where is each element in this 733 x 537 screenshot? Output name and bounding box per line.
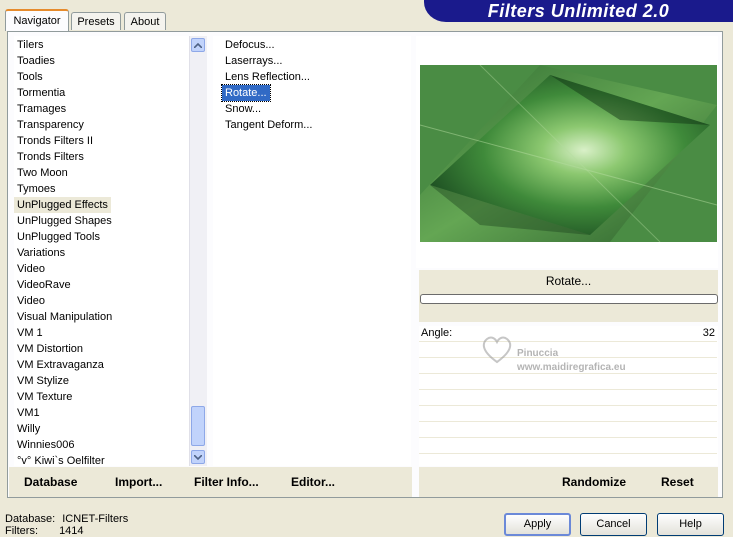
param-label: Angle: (421, 327, 453, 339)
param-row (419, 406, 717, 422)
category-item[interactable]: Tools (14, 69, 46, 85)
filter-item[interactable]: Laserrays... (222, 53, 285, 69)
category-item[interactable]: Toadies (14, 53, 58, 69)
category-item[interactable]: Transparency (14, 117, 87, 133)
banner-title: Filters Unlimited 2.0 (487, 1, 670, 21)
category-scrollbar[interactable] (189, 36, 207, 466)
left-bottom-bar: Database Import... Filter Info... Editor… (9, 467, 412, 497)
category-item[interactable]: UnPlugged Shapes (14, 213, 115, 229)
category-item[interactable]: Tronds Filters II (14, 133, 96, 149)
app-banner: Filters Unlimited 2.0 (424, 0, 733, 22)
category-item[interactable]: Tramages (14, 101, 69, 117)
status-db-value: ICNET-Filters (62, 513, 129, 525)
tab-about[interactable]: About (124, 12, 166, 30)
status-db-label: Database: (5, 513, 56, 525)
parameter-grid[interactable]: Angle: 32 Pinuccia www.maidiregrafica.eu (419, 326, 718, 470)
filter-header: Rotate... (419, 270, 718, 322)
filter-item[interactable]: Tangent Deform... (222, 117, 315, 133)
category-item[interactable]: UnPlugged Effects (14, 197, 111, 213)
param-row (419, 438, 717, 454)
category-item[interactable]: VM Texture (14, 389, 75, 405)
help-button[interactable]: Help (657, 513, 724, 536)
category-item[interactable]: Tymoes (14, 181, 59, 197)
category-item[interactable]: VM Stylize (14, 373, 72, 389)
param-row (419, 374, 717, 390)
database-button[interactable]: Database (24, 465, 77, 499)
reset-button[interactable]: Reset (661, 465, 694, 499)
apply-button[interactable]: Apply (504, 513, 571, 536)
category-item[interactable]: UnPlugged Tools (14, 229, 103, 245)
preview-image (420, 65, 717, 242)
category-item[interactable]: VM Distortion (14, 341, 86, 357)
category-item[interactable]: Tilers (14, 37, 46, 53)
filter-list[interactable]: Defocus... Laserrays... Lens Reflection...… (213, 36, 411, 466)
editor-button[interactable]: Editor... (291, 465, 335, 499)
heart-icon (482, 336, 512, 364)
filter-item[interactable]: Snow... (222, 101, 264, 117)
right-bottom-bar: Randomize Reset (419, 467, 718, 497)
chevron-up-icon (194, 42, 202, 48)
category-item[interactable]: Visual Manipulation (14, 309, 115, 325)
category-item[interactable]: VM1 (14, 405, 43, 421)
scroll-thumb[interactable] (191, 406, 205, 446)
tab-navigator[interactable]: Navigator (5, 9, 69, 31)
chevron-down-icon (194, 454, 202, 460)
tab-presets-label: Presets (77, 16, 115, 28)
category-item[interactable]: Tronds Filters (14, 149, 87, 165)
param-value[interactable]: 32 (703, 327, 715, 339)
category-item[interactable]: Two Moon (14, 165, 71, 181)
watermark: Pinuccia www.maidiregrafica.eu (479, 334, 626, 373)
import-button[interactable]: Import... (115, 465, 162, 499)
progress-bar (420, 294, 718, 304)
status-area: Database: ICNET-Filters Filters: 1414 (5, 513, 128, 537)
tab-navigator-label: Navigator (13, 15, 61, 27)
cancel-button[interactable]: Cancel (580, 513, 647, 536)
preview-area (416, 36, 718, 268)
scroll-up-button[interactable] (191, 38, 205, 52)
param-row (419, 342, 717, 358)
category-item[interactable]: VM 1 (14, 325, 46, 341)
filter-item[interactable]: Defocus... (222, 37, 278, 53)
watermark-line2: www.maidiregrafica.eu (517, 362, 626, 373)
category-list[interactable]: Tilers Toadies Tools Tormentia Tramages Trans… (14, 36, 205, 467)
tab-about-label: About (130, 16, 160, 28)
tab-presets[interactable]: Presets (71, 12, 121, 30)
randomize-button[interactable]: Randomize (562, 465, 626, 499)
filter-name: Rotate... (545, 274, 592, 288)
scroll-down-button[interactable] (191, 450, 205, 464)
param-row-angle[interactable]: Angle: 32 (419, 326, 717, 342)
watermark-line1: Pinuccia (517, 348, 559, 359)
category-item[interactable]: Video (14, 261, 48, 277)
param-row (419, 390, 717, 406)
filter-info-button[interactable]: Filter Info... (194, 465, 259, 499)
category-item[interactable]: VideoRave (14, 277, 74, 293)
filter-item[interactable]: Rotate... (221, 84, 271, 102)
category-item[interactable]: Willy (14, 421, 43, 437)
status-filters-value: 1414 (59, 525, 84, 537)
filter-item[interactable]: Lens Reflection... (222, 69, 313, 85)
category-item[interactable]: Video (14, 293, 48, 309)
category-item[interactable]: Variations (14, 245, 68, 261)
category-item[interactable]: Tormentia (14, 85, 68, 101)
status-filters-label: Filters: (5, 525, 38, 537)
category-item[interactable]: Winnies006 (14, 437, 77, 453)
category-item[interactable]: VM Extravaganza (14, 357, 107, 373)
param-row (419, 422, 717, 438)
